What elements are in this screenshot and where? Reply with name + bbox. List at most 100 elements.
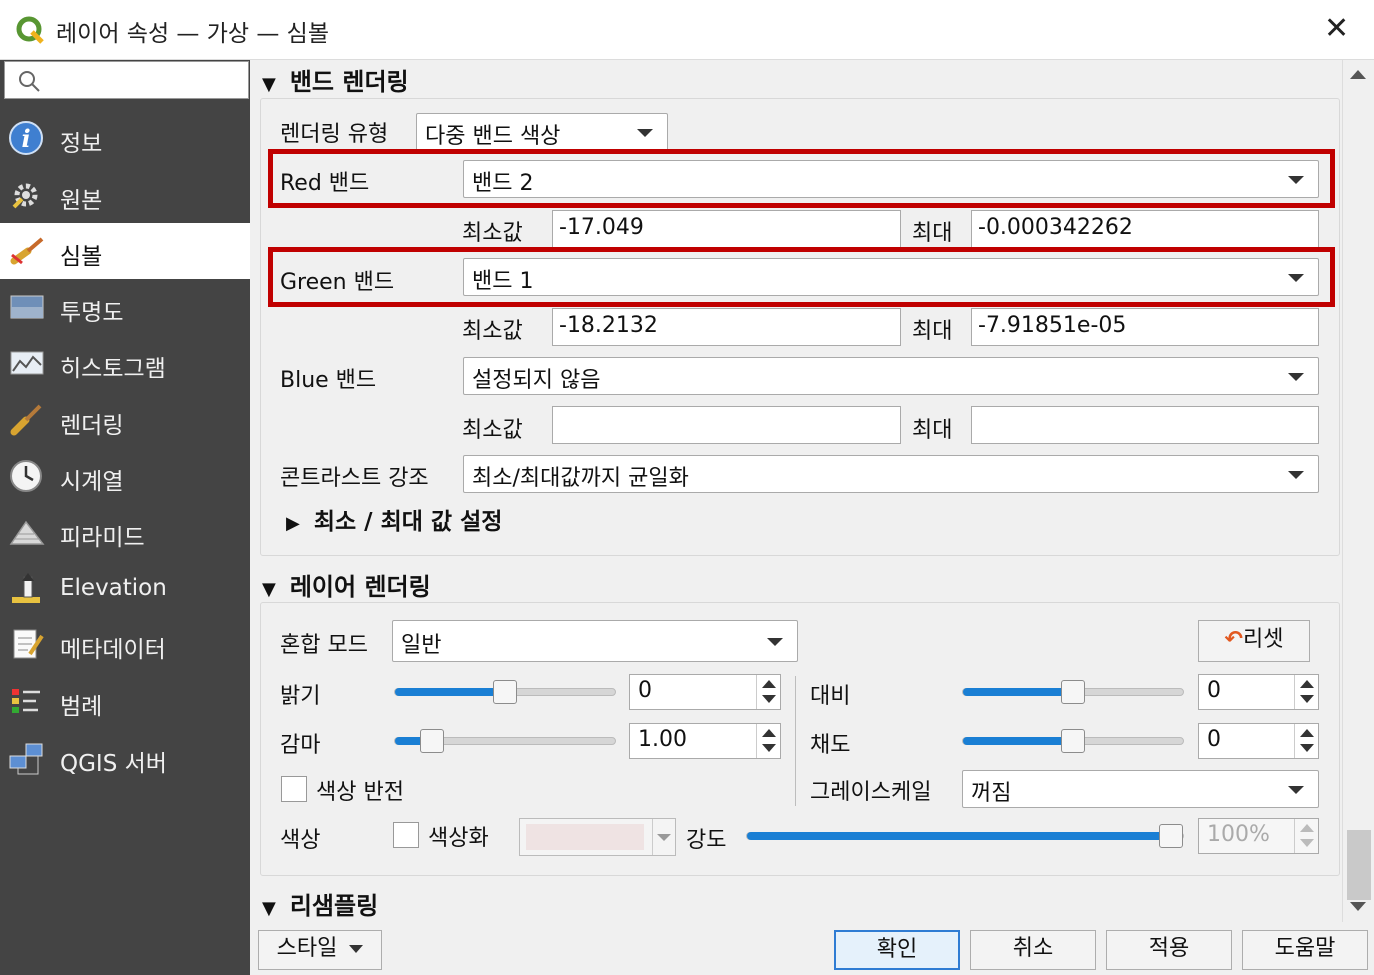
search-input[interactable] (4, 61, 249, 99)
sidebar-item-rendering[interactable]: 렌더링 (0, 392, 250, 448)
slider-handle[interactable] (493, 680, 517, 704)
spin-down-icon[interactable] (1300, 695, 1314, 703)
sidebar-item-label: 메타데이터 (60, 637, 166, 663)
contrast-enhancement-select[interactable]: 최소/최대값까지 균일화 (463, 455, 1319, 493)
style-label: 스타일 (276, 936, 338, 961)
grayscale-select[interactable]: 꺼짐 (962, 770, 1319, 808)
sidebar-item-label: 피라미드 (60, 525, 145, 551)
invert-colors-checkbox[interactable] (281, 776, 307, 802)
blue-max-field[interactable] (971, 406, 1319, 444)
spin-up-icon[interactable] (762, 729, 776, 737)
green-band-select[interactable]: 밴드 1 (463, 258, 1319, 296)
blend-mode-select[interactable]: 일반 (392, 620, 798, 662)
blue-min-field[interactable] (552, 406, 901, 444)
layer-rendering-header[interactable]: ▼ 레이어 렌더링 (262, 567, 431, 602)
sidebar-item-label: 원본 (60, 188, 103, 214)
chevron-down-icon[interactable] (657, 834, 671, 841)
chevron-down-icon (637, 129, 653, 137)
chevron-down-icon (1288, 274, 1304, 282)
sidebar-item-transparency[interactable]: 투명도 (0, 279, 250, 335)
slider-handle[interactable] (1061, 729, 1085, 753)
sidebar-item-temporal[interactable]: 시계열 (0, 448, 250, 504)
resampling-header[interactable]: ▼ 리샘플링 (262, 886, 378, 921)
style-menu-button[interactable]: 스타일 (258, 930, 382, 970)
minmax-settings-header[interactable]: ▶ 최소 / 최대 값 설정 (286, 502, 502, 536)
colorize-checkbox[interactable] (393, 822, 419, 848)
expand-right-icon[interactable]: ▶ (286, 513, 300, 534)
spin-buttons[interactable] (756, 724, 780, 758)
brightness-slider[interactable] (394, 680, 616, 704)
slider-handle[interactable] (1159, 824, 1183, 848)
gamma-slider[interactable] (394, 729, 616, 753)
scroll-down-icon[interactable] (1350, 902, 1366, 911)
sidebar-item-histogram[interactable]: 히스토그램 (0, 335, 250, 391)
sidebar-item-info[interactable]: i 정보 (0, 110, 250, 166)
reset-button[interactable]: ↶리셋 (1198, 620, 1310, 662)
contrast-value: 0 (1207, 678, 1221, 703)
slider-handle[interactable] (420, 729, 444, 753)
render-type-select[interactable]: 다중 밴드 색상 (416, 113, 668, 151)
spin-down-icon[interactable] (762, 695, 776, 703)
band-rendering-header[interactable]: ▼ 밴드 렌더링 (262, 62, 409, 97)
contrast-slider[interactable] (962, 680, 1184, 704)
sidebar-item-legend[interactable]: 범례 (0, 673, 250, 729)
collapse-down-icon[interactable]: ▼ (262, 898, 276, 919)
scroll-thumb[interactable] (1347, 830, 1371, 900)
contrast-spinbox[interactable]: 0 (1198, 674, 1319, 710)
saturation-slider[interactable] (962, 729, 1184, 753)
help-button[interactable]: 도움말 (1242, 930, 1368, 970)
brightness-spinbox[interactable]: 0 (629, 674, 781, 710)
symbology-brush-icon (10, 237, 44, 265)
spin-buttons[interactable] (1294, 675, 1318, 709)
column-divider (795, 676, 796, 806)
chevron-down-icon (349, 945, 364, 953)
section-title: 밴드 렌더링 (289, 68, 409, 96)
strength-value: 100% (1207, 822, 1270, 847)
green-max-field[interactable]: -7.91851e-05 (971, 308, 1319, 346)
vertical-scrollbar[interactable] (1342, 60, 1374, 922)
sidebar-item-pyramids[interactable]: 피라미드 (0, 504, 250, 560)
collapse-down-icon[interactable]: ▼ (262, 74, 276, 95)
title-bar: 레이어 속성 — 가상 — 심볼 ✕ (0, 0, 1374, 60)
spin-down-icon[interactable] (762, 744, 776, 752)
cancel-button[interactable]: 취소 (970, 930, 1096, 970)
blend-mode-label: 혼합 모드 (280, 633, 368, 658)
apply-button[interactable]: 적용 (1106, 930, 1232, 970)
contrast-label: 대비 (810, 684, 851, 709)
slider-handle[interactable] (1061, 680, 1085, 704)
render-type-label: 렌더링 유형 (280, 122, 389, 147)
close-icon[interactable]: ✕ (1324, 10, 1349, 48)
gamma-spinbox[interactable]: 1.00 (629, 723, 781, 759)
spin-buttons[interactable] (756, 675, 780, 709)
colorize-color-button[interactable] (519, 818, 676, 856)
brightness-label: 밝기 (280, 684, 321, 709)
collapse-down-icon[interactable]: ▼ (262, 579, 276, 600)
spin-buttons[interactable] (1294, 724, 1318, 758)
spin-up-icon[interactable] (762, 680, 776, 688)
sidebar-item-elevation[interactable]: Elevation (0, 561, 250, 617)
blue-min-label: 최소값 (462, 418, 523, 443)
strength-slider[interactable] (746, 824, 1184, 848)
ok-button[interactable]: 확인 (834, 930, 960, 970)
saturation-spinbox[interactable]: 0 (1198, 723, 1319, 759)
sidebar-item-metadata[interactable]: 메타데이터 (0, 616, 250, 672)
red-max-field[interactable]: -0.000342262 (971, 210, 1319, 248)
sidebar-item-symbology[interactable]: 심볼 (0, 223, 250, 279)
scroll-up-icon[interactable] (1350, 70, 1366, 79)
slider-fill (963, 688, 1073, 696)
metadata-icon (13, 629, 44, 659)
red-band-select[interactable]: 밴드 2 (463, 160, 1319, 198)
green-min-field[interactable]: -18.2132 (552, 308, 901, 346)
blue-band-select[interactable]: 설정되지 않음 (463, 357, 1319, 395)
red-min-field[interactable]: -17.049 (552, 210, 901, 248)
spin-up-icon[interactable] (1300, 680, 1314, 688)
slider-fill (963, 737, 1073, 745)
red-band-label: Red 밴드 (280, 171, 370, 196)
scroll-track[interactable] (1345, 90, 1371, 885)
sidebar-item-source[interactable]: 원본 (0, 167, 250, 223)
spin-down-icon[interactable] (1300, 744, 1314, 752)
spin-up-icon[interactable] (1300, 729, 1314, 737)
sidebar-item-label: QGIS 서버 (60, 751, 167, 777)
sidebar-item-qgis-server[interactable]: QGIS 서버 (0, 730, 250, 786)
spin-down-icon (1300, 839, 1314, 847)
